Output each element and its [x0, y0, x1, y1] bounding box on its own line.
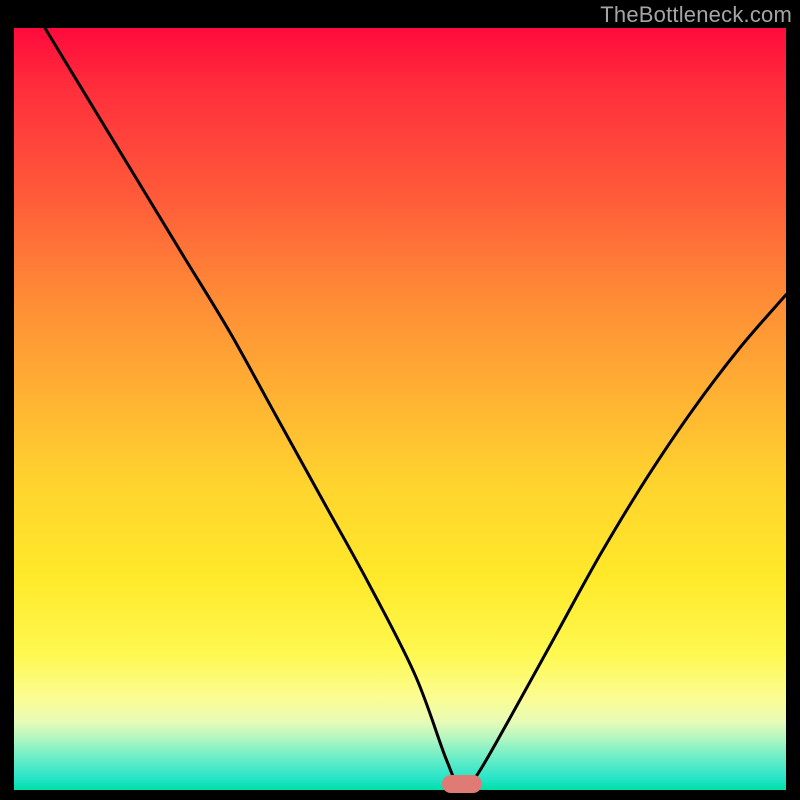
bottleneck-curve-path — [45, 28, 786, 790]
optimal-point-marker — [442, 775, 482, 793]
chart-frame — [14, 28, 786, 790]
chart-line — [14, 28, 786, 790]
watermark-text: TheBottleneck.com — [600, 2, 792, 28]
